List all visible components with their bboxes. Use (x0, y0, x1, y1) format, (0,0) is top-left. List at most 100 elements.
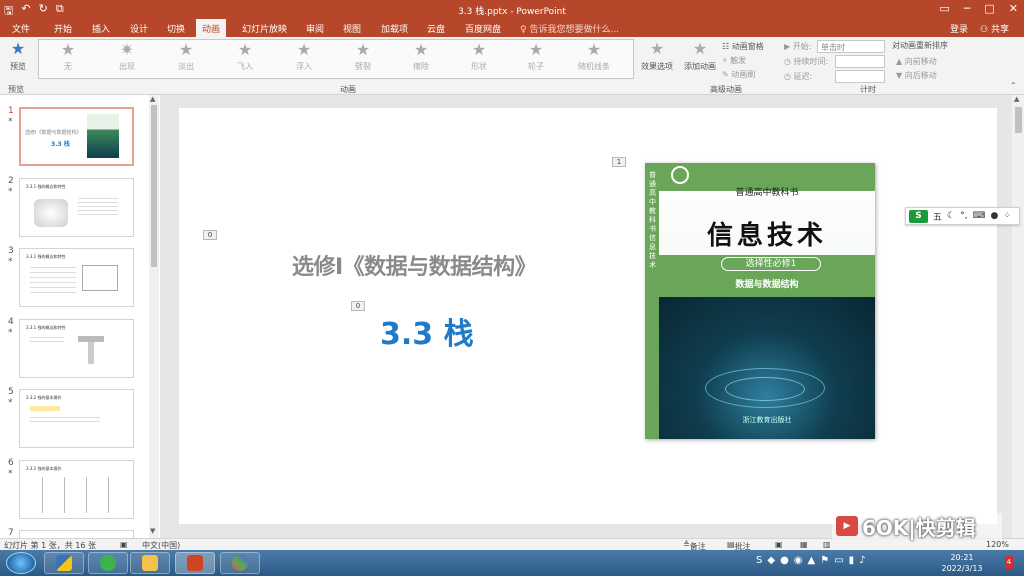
tab-review[interactable]: 审阅 (306, 22, 324, 35)
thumb-title: 3.3.1 栈的概念和特性 (26, 184, 66, 189)
slide-thumbnail-7[interactable] (19, 530, 134, 538)
punctuation-icon[interactable]: °, (960, 211, 967, 221)
move-earlier-button[interactable]: ▲ 向前移动 (896, 56, 937, 67)
animation-order-tag[interactable]: 0 (351, 301, 365, 311)
tab-slideshow[interactable]: 幻灯片放映 (242, 22, 287, 35)
duration-text: 持续时间: (793, 57, 829, 66)
scroll-up-icon[interactable]: ▲ (150, 95, 155, 103)
user-icon[interactable]: ● (990, 211, 998, 221)
system-clock[interactable]: 20:21 2022/3/13 (940, 552, 984, 574)
grid-icon[interactable]: ⁘ (1003, 211, 1011, 221)
slide-subtitle[interactable]: 选修I《数据与数据结构》 (292, 249, 537, 281)
comments-button[interactable]: ▤ 批注 (727, 540, 751, 551)
wifi-icon[interactable]: ▮ (849, 555, 855, 566)
textbook-cover-image[interactable]: 普通高中教科书 信息技术 普通高中教科书 信息技术 选择性必修1 数据与数据结构… (645, 163, 875, 439)
tab-file[interactable]: 文件 (12, 22, 30, 35)
taskbar-paint[interactable] (220, 552, 260, 574)
slide-thumbnail-3[interactable]: 3.3.1 栈的概念和特性 (19, 248, 134, 307)
chevron-up-icon[interactable]: ▲ (808, 555, 816, 566)
tab-animations[interactable]: 动画 (196, 19, 227, 37)
security-icon[interactable]: ● (780, 555, 789, 566)
update-icon[interactable]: ◉ (794, 555, 803, 566)
spellcheck-icon[interactable]: ▣ (120, 540, 128, 549)
display-icon[interactable]: ▭ (834, 555, 843, 566)
sogou-logo-icon[interactable]: S (909, 209, 928, 223)
scroll-thumb[interactable] (151, 105, 157, 267)
animation-order-tag[interactable]: 0 (203, 230, 217, 240)
ime-tray-icon[interactable]: S (756, 555, 762, 566)
start-select[interactable]: 单击时 (817, 40, 885, 53)
thumb-number: 4 (8, 317, 14, 327)
add-animation-button[interactable]: ★ 添加动画 (682, 41, 718, 72)
anim-label: 劈裂 (355, 62, 371, 71)
collapse-ribbon-icon[interactable]: ⌃ (1010, 81, 1017, 90)
normal-view-icon[interactable]: ▣ (775, 540, 783, 549)
login-link[interactable]: 登录 (950, 22, 968, 35)
tab-home[interactable]: 开始 (54, 22, 72, 35)
effect-options-button[interactable]: ★ 效果选项 (638, 41, 676, 72)
canvas-scrollbar[interactable]: ▲ (1012, 95, 1024, 538)
scroll-thumb[interactable] (1015, 107, 1022, 133)
restore-icon[interactable]: ▭ (939, 2, 949, 15)
start-button[interactable] (6, 552, 36, 574)
minimize-icon[interactable]: ─ (964, 2, 971, 15)
anim-split[interactable]: ★ 劈裂 (338, 42, 388, 72)
anim-float-in[interactable]: ★ 浮入 (279, 42, 329, 72)
preview-button[interactable]: ★ 预览 (5, 41, 31, 72)
slide-title[interactable]: 3.3 栈 (380, 309, 474, 353)
notification-badge[interactable]: 4 (1005, 556, 1013, 569)
maximize-icon[interactable]: □ (984, 2, 994, 15)
anim-wipe[interactable]: ★ 擦除 (396, 42, 446, 72)
scroll-up-icon[interactable]: ▲ (1014, 95, 1019, 103)
tab-view[interactable]: 视图 (343, 22, 361, 35)
close-icon[interactable]: ✕ (1009, 2, 1018, 15)
painter-label: 动画刷 (731, 70, 756, 79)
tab-baidu[interactable]: 百度网盘 (465, 22, 501, 35)
zoom-level[interactable]: 120% (986, 540, 1009, 549)
tab-addins[interactable]: 加载项 (381, 22, 408, 35)
anim-fade[interactable]: ★ 淡出 (161, 42, 211, 72)
browser-icon (100, 555, 116, 571)
animation-order-tag[interactable]: 1 (612, 157, 626, 167)
anim-appear[interactable]: ✷ 出现 (102, 42, 152, 72)
move-later-button[interactable]: ▼ 向后移动 (896, 70, 937, 81)
reading-view-icon[interactable]: ▥ (823, 540, 831, 549)
anim-wheel[interactable]: ★ 轮子 (511, 42, 561, 72)
delay-input[interactable] (835, 70, 885, 83)
notes-button[interactable]: ≜ 备注 (683, 540, 706, 551)
sorter-view-icon[interactable]: ▦ (800, 540, 808, 549)
keyboard-icon[interactable]: ⌨ (972, 211, 985, 221)
taskbar-360[interactable] (88, 552, 128, 574)
slide-thumbnail-5[interactable]: 3.3.2 栈的基本操作 (19, 389, 134, 448)
anim-fly-in[interactable]: ★ 飞入 (220, 42, 270, 72)
network-icon[interactable]: ◆ (767, 555, 775, 566)
tab-cloud[interactable]: 云盘 (427, 22, 445, 35)
taskbar-powerpoint[interactable] (175, 552, 215, 574)
taskbar-python[interactable] (44, 552, 84, 574)
ime-toolbar[interactable]: S 五 ☾ °, ⌨ ● ⁘ (905, 207, 1020, 225)
animation-painter-button[interactable]: ✎ 动画刷 (722, 69, 755, 80)
anim-shape[interactable]: ★ 形状 (454, 42, 504, 72)
duration-input[interactable] (835, 55, 885, 68)
thumbnail-scrollbar[interactable]: ▲ ▼ (149, 95, 159, 538)
share-button[interactable]: ⚇ 共享 (980, 22, 1009, 35)
volume-icon[interactable]: ♪ (859, 555, 865, 566)
tab-insert[interactable]: 插入 (92, 22, 110, 35)
scroll-down-icon[interactable]: ▼ (150, 527, 155, 535)
tab-transitions[interactable]: 切换 (167, 22, 185, 35)
moon-icon[interactable]: ☾ (947, 211, 955, 221)
play-icon: ▶ (784, 42, 791, 51)
slide-thumbnail-6[interactable]: 3.3.2 栈的基本操作 (19, 460, 134, 519)
slide-thumbnail-2[interactable]: 3.3.1 栈的概念和特性 (19, 178, 134, 237)
slide-thumbnail-1[interactable]: 选修I《数据与数据结构》 3.3 栈 (19, 107, 134, 166)
taskbar-explorer[interactable] (130, 552, 170, 574)
slide-thumbnail-4[interactable]: 3.3.1 栈的概念和特性 (19, 319, 134, 378)
flag-icon[interactable]: ⚑ (820, 555, 829, 566)
ime-mode[interactable]: 五 (933, 210, 942, 223)
anim-random-bars[interactable]: ★ 随机线条 (569, 42, 619, 72)
tab-design[interactable]: 设计 (130, 22, 148, 35)
tell-me-box[interactable]: ♀ 告诉我您想要做什么... (520, 22, 619, 35)
trigger-button[interactable]: ⚡ 触发 (722, 55, 746, 66)
anim-none[interactable]: ★ 无 (43, 42, 93, 72)
animation-pane-button[interactable]: ☷ 动画窗格 (722, 41, 764, 52)
